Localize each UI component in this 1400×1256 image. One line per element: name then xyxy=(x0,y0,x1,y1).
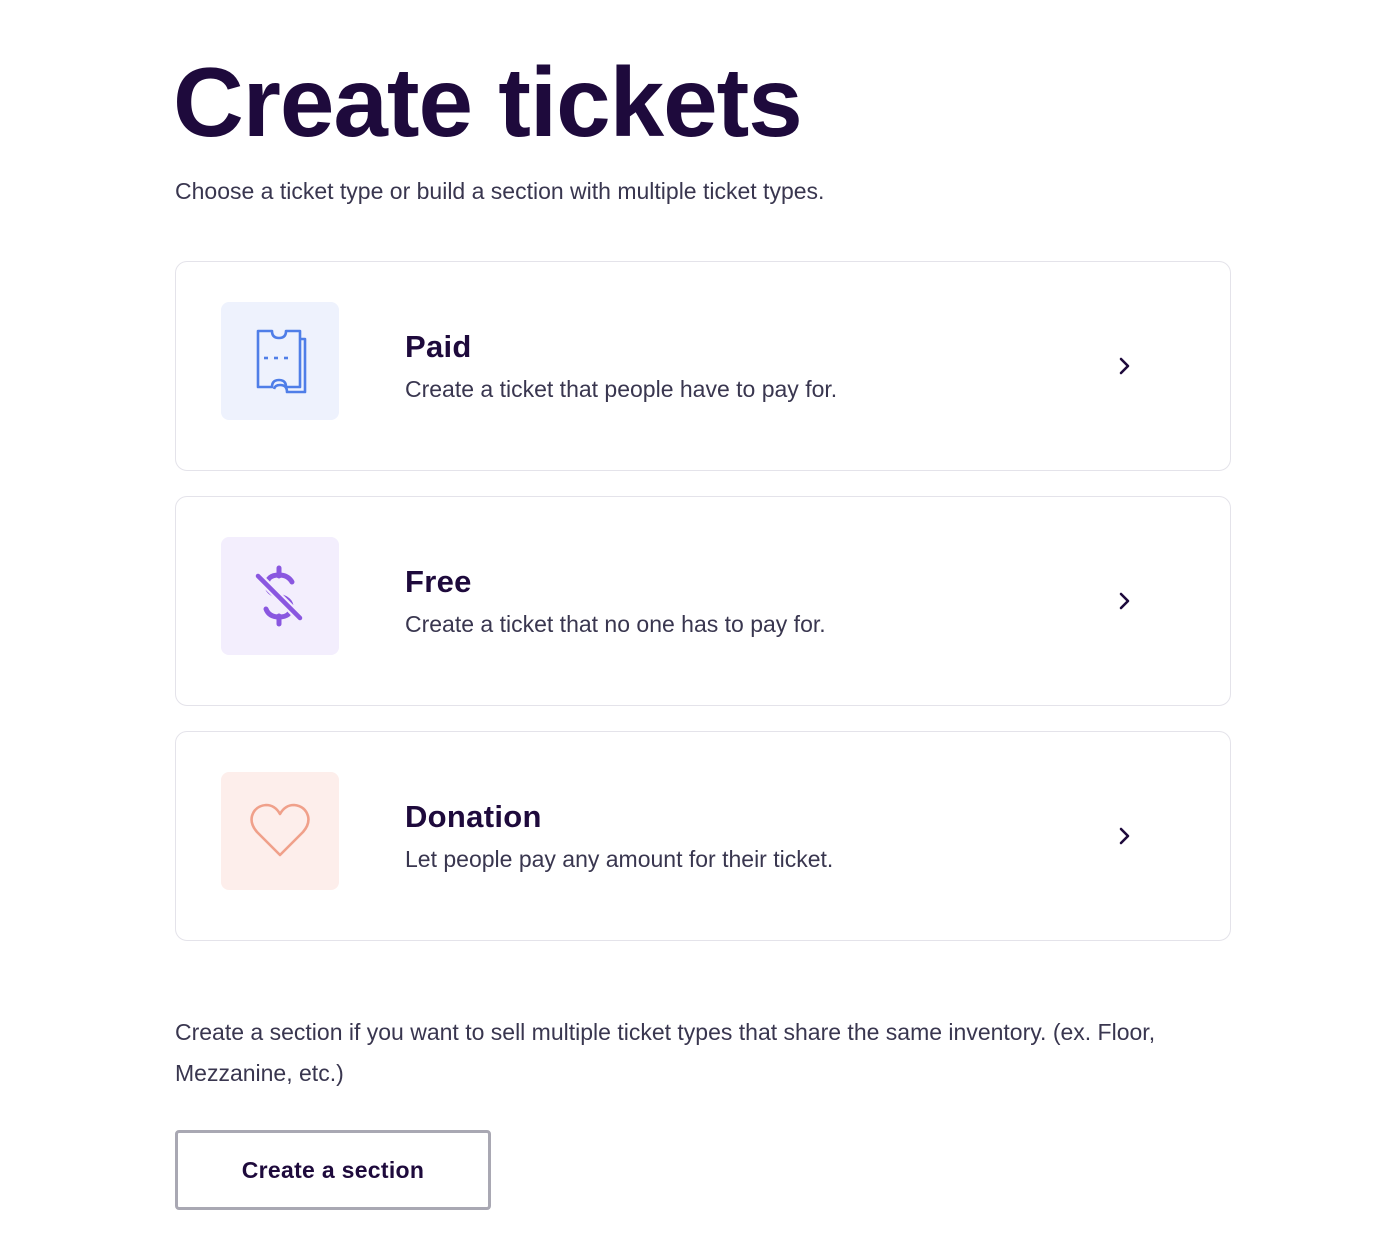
heart-icon-box xyxy=(221,772,339,890)
page-title: Create tickets xyxy=(173,47,803,157)
ticket-icon-box xyxy=(221,302,339,420)
page-subtitle: Choose a ticket type or build a section … xyxy=(175,178,825,204)
ticket-type-card-donation[interactable]: Donation Let people pay any amount for t… xyxy=(175,731,1231,941)
section-description: Create a section if you want to sell mul… xyxy=(175,1019,1156,1086)
ticket-type-title: Donation xyxy=(405,799,542,834)
heart-icon xyxy=(250,803,310,857)
ticket-type-title: Paid xyxy=(405,329,472,364)
ticket-type-description: Let people pay any amount for their tick… xyxy=(405,846,834,872)
ticket-type-card-paid[interactable]: Paid Create a ticket that people have to… xyxy=(175,261,1231,471)
chevron-right-icon xyxy=(1119,592,1130,610)
ticket-icon xyxy=(256,329,307,394)
chevron-right-icon xyxy=(1119,827,1130,845)
chevron-right-icon xyxy=(1119,357,1130,375)
ticket-type-description: Create a ticket that people have to pay … xyxy=(405,376,838,402)
no-dollar-icon xyxy=(253,565,305,627)
ticket-type-description: Create a ticket that no one has to pay f… xyxy=(405,611,826,637)
ticket-type-card-free[interactable]: Free Create a ticket that no one has to … xyxy=(175,496,1231,706)
ticket-type-title: Free xyxy=(405,564,472,599)
no-dollar-icon-box xyxy=(221,537,339,655)
create-section-button[interactable]: Create a section xyxy=(175,1130,491,1210)
